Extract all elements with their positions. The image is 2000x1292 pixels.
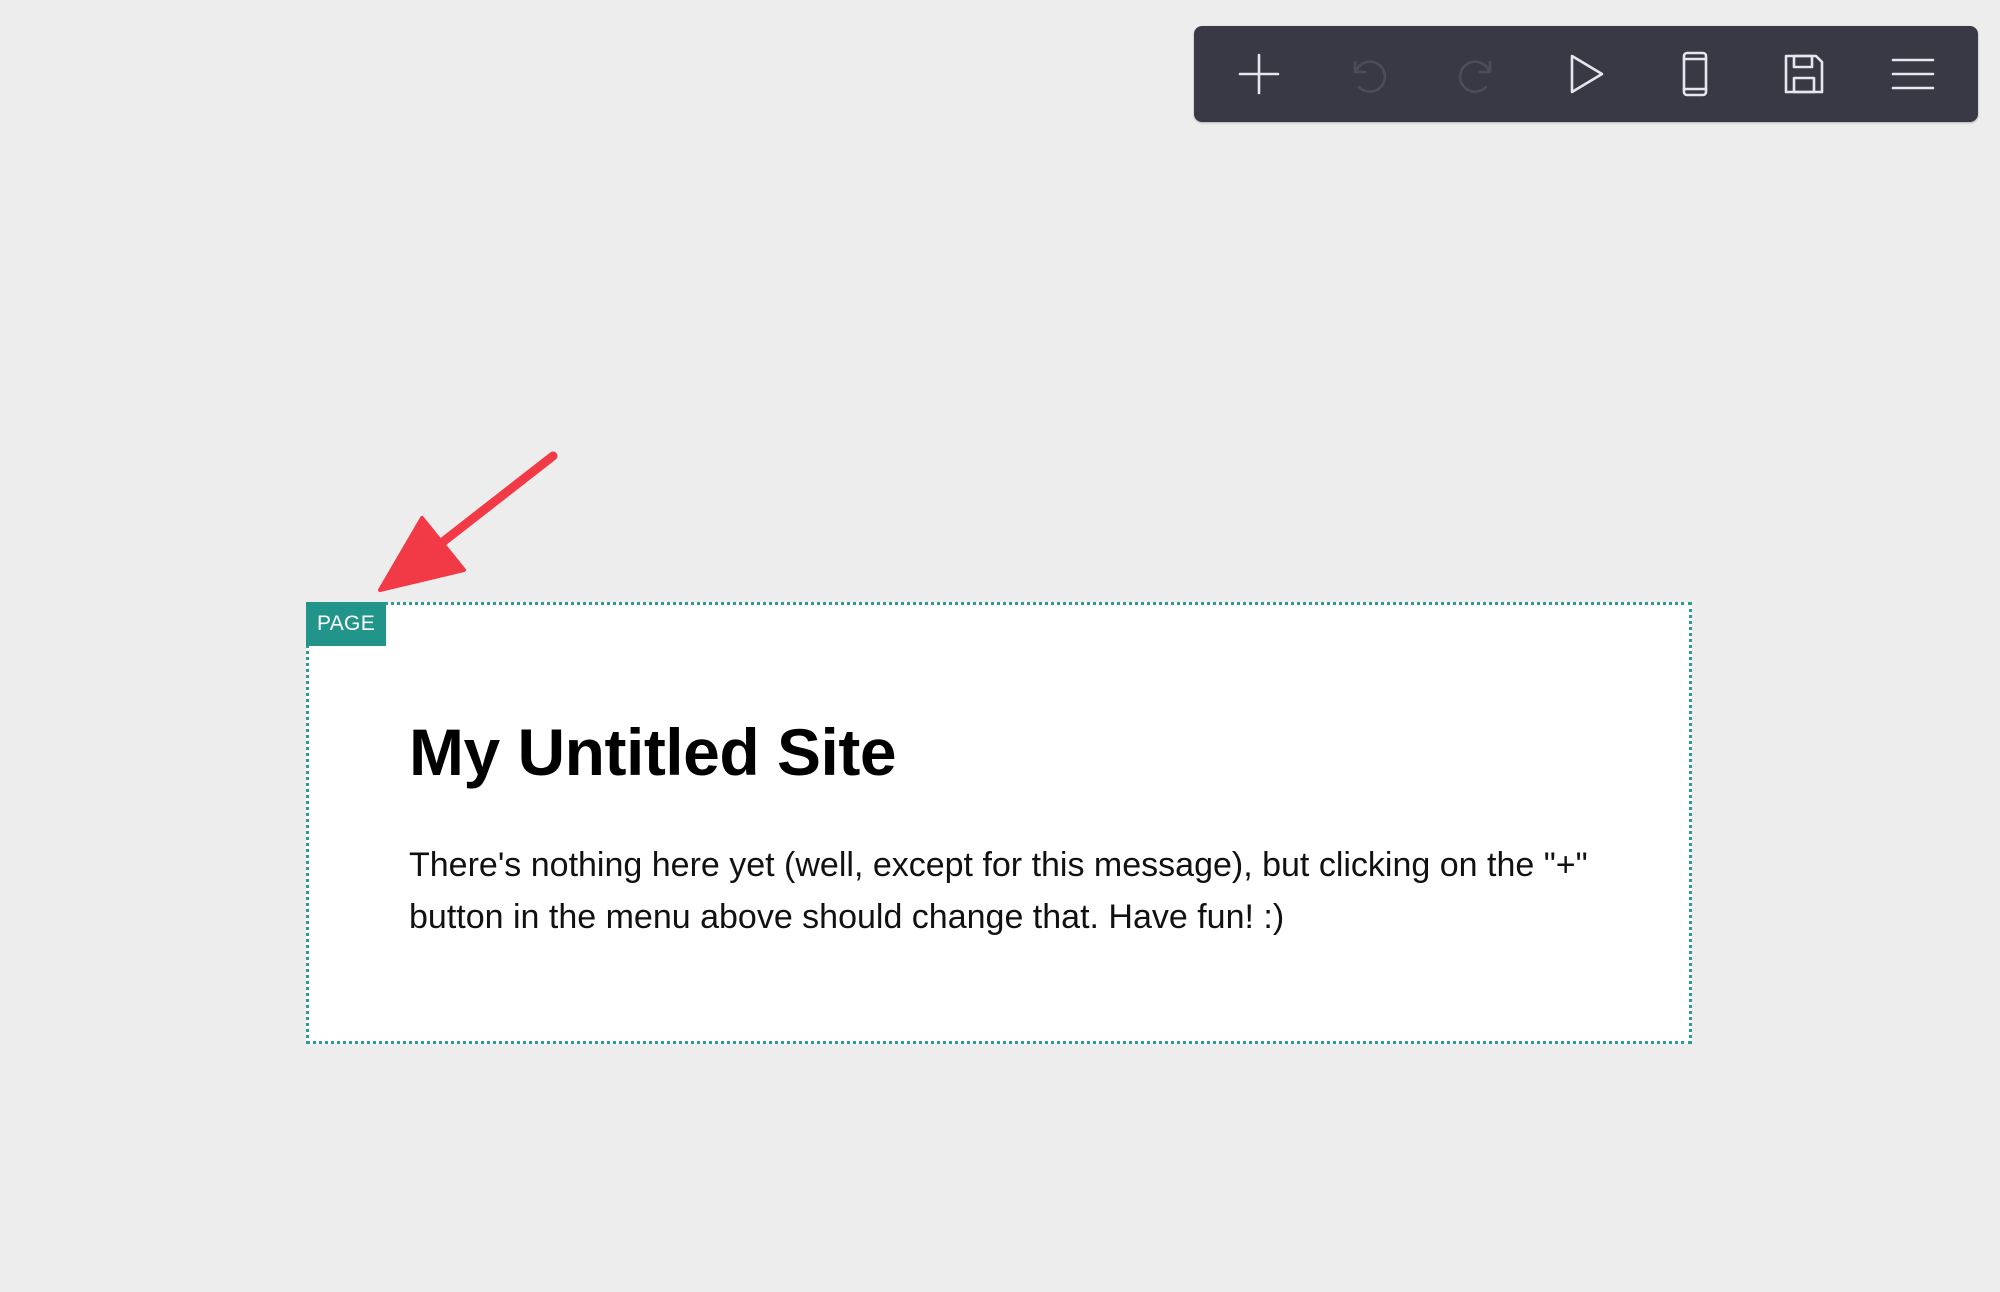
page-block[interactable]: PAGE My Untitled Site There's nothing he… [306, 602, 1692, 1044]
mobile-icon [1682, 51, 1708, 97]
undo-icon [1353, 60, 1386, 93]
menu-button[interactable] [1868, 29, 1958, 119]
save-button[interactable] [1759, 29, 1849, 119]
menu-icon [1892, 58, 1935, 90]
redo-button[interactable] [1432, 29, 1522, 119]
editor-toolbar [1194, 26, 1978, 122]
play-icon [1570, 54, 1604, 94]
save-icon [1784, 54, 1824, 94]
page-title: My Untitled Site [409, 715, 897, 789]
redo-icon [1458, 60, 1492, 93]
plus-icon [1238, 53, 1279, 95]
mobile-view-button[interactable] [1650, 29, 1740, 119]
page-message: There's nothing here yet (well, except f… [409, 846, 1588, 936]
page-tag[interactable]: PAGE [306, 602, 386, 646]
annotation-arrow-icon [378, 451, 558, 592]
undo-button[interactable] [1323, 29, 1413, 119]
preview-button[interactable] [1541, 29, 1631, 119]
add-button[interactable] [1214, 29, 1304, 119]
